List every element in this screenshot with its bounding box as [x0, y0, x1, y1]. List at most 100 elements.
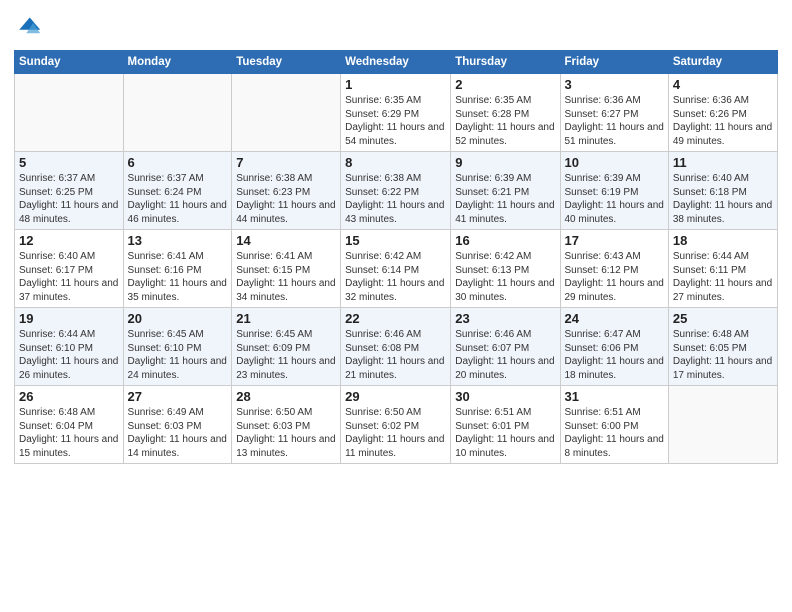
day-info: Sunrise: 6:46 AM Sunset: 6:08 PM Dayligh…	[345, 328, 446, 382]
day-info: Sunrise: 6:51 AM Sunset: 6:00 PM Dayligh…	[565, 406, 664, 460]
day-number: 11	[673, 155, 773, 170]
col-header-friday: Friday	[560, 51, 668, 74]
logo-icon	[14, 14, 42, 42]
calendar-day-25: 25Sunrise: 6:48 AM Sunset: 6:05 PM Dayli…	[668, 308, 777, 386]
calendar-day-2: 2 Sunrise: 6:35 AM Sunset: 6:28 PM Daylig…	[451, 74, 560, 152]
calendar-day-26: 26 Sunrise: 6:48 AM Sunset: 6:04 PM Dayli…	[15, 386, 124, 464]
day-number: 12	[19, 233, 119, 248]
calendar-day-13: 13Sunrise: 6:41 AM Sunset: 6:16 PM Dayli…	[123, 230, 232, 308]
day-number: 16	[455, 233, 555, 248]
day-info: Sunrise: 6:37 AM Sunset: 6:25 PM Dayligh…	[19, 172, 119, 226]
day-info: Sunrise: 6:49 AM Sunset: 6:03 PM Dayligh…	[128, 406, 228, 460]
calendar-day-empty	[232, 74, 341, 152]
day-info: Sunrise: 6:47 AM Sunset: 6:06 PM Dayligh…	[565, 328, 664, 382]
calendar-day-29: 29Sunrise: 6:50 AM Sunset: 6:02 PM Dayli…	[341, 386, 451, 464]
day-number: 26	[19, 389, 119, 404]
day-info: Sunrise: 6:43 AM Sunset: 6:12 PM Dayligh…	[565, 250, 664, 304]
day-number: 30	[455, 389, 555, 404]
day-number: 21	[236, 311, 336, 326]
calendar-day-17: 17 Sunrise: 6:43 AM Sunset: 6:12 PM Dayli…	[560, 230, 668, 308]
calendar-day-4: 4 Sunrise: 6:36 AM Sunset: 6:26 PM Daylig…	[668, 74, 777, 152]
col-header-monday: Monday	[123, 51, 232, 74]
calendar-header-row: SundayMondayTuesdayWednesdayThursdayFrid…	[15, 51, 778, 74]
calendar-day-1: 1 Sunrise: 6:35 AM Sunset: 6:29 PM Daylig…	[341, 74, 451, 152]
day-number: 24	[565, 311, 664, 326]
day-info: Sunrise: 6:44 AM Sunset: 6:10 PM Dayligh…	[19, 328, 119, 382]
day-info: Sunrise: 6:37 AM Sunset: 6:24 PM Dayligh…	[128, 172, 228, 226]
day-info: Sunrise: 6:36 AM Sunset: 6:27 PM Dayligh…	[565, 94, 664, 148]
calendar-day-18: 18 Sunrise: 6:44 AM Sunset: 6:11 PM Dayli…	[668, 230, 777, 308]
day-number: 4	[673, 77, 773, 92]
day-number: 19	[19, 311, 119, 326]
calendar-day-30: 30 Sunrise: 6:51 AM Sunset: 6:01 PM Dayli…	[451, 386, 560, 464]
day-info: Sunrise: 6:39 AM Sunset: 6:19 PM Dayligh…	[565, 172, 664, 226]
day-number: 13	[128, 233, 228, 248]
day-number: 27	[128, 389, 228, 404]
day-info: Sunrise: 6:35 AM Sunset: 6:28 PM Dayligh…	[455, 94, 555, 148]
calendar-day-12: 12Sunrise: 6:40 AM Sunset: 6:17 PM Dayli…	[15, 230, 124, 308]
day-number: 22	[345, 311, 446, 326]
calendar-day-27: 27 Sunrise: 6:49 AM Sunset: 6:03 PM Dayli…	[123, 386, 232, 464]
day-number: 5	[19, 155, 119, 170]
col-header-sunday: Sunday	[15, 51, 124, 74]
calendar-day-6: 6 Sunrise: 6:37 AM Sunset: 6:24 PM Daylig…	[123, 152, 232, 230]
calendar-day-10: 10 Sunrise: 6:39 AM Sunset: 6:19 PM Dayli…	[560, 152, 668, 230]
calendar-day-empty	[123, 74, 232, 152]
day-number: 2	[455, 77, 555, 92]
calendar-table: SundayMondayTuesdayWednesdayThursdayFrid…	[14, 50, 778, 464]
calendar-day-28: 28 Sunrise: 6:50 AM Sunset: 6:03 PM Dayli…	[232, 386, 341, 464]
day-info: Sunrise: 6:50 AM Sunset: 6:02 PM Dayligh…	[345, 406, 446, 460]
day-number: 17	[565, 233, 664, 248]
day-number: 1	[345, 77, 446, 92]
calendar-day-22: 22 Sunrise: 6:46 AM Sunset: 6:08 PM Dayli…	[341, 308, 451, 386]
day-info: Sunrise: 6:48 AM Sunset: 6:04 PM Dayligh…	[19, 406, 119, 460]
day-number: 14	[236, 233, 336, 248]
calendar-day-7: 7Sunrise: 6:38 AM Sunset: 6:23 PM Daylig…	[232, 152, 341, 230]
calendar-week-row: 19 Sunrise: 6:44 AM Sunset: 6:10 PM Dayli…	[15, 308, 778, 386]
calendar-week-row: 1 Sunrise: 6:35 AM Sunset: 6:29 PM Daylig…	[15, 74, 778, 152]
logo	[14, 14, 45, 42]
day-info: Sunrise: 6:41 AM Sunset: 6:15 PM Dayligh…	[236, 250, 336, 304]
col-header-thursday: Thursday	[451, 51, 560, 74]
calendar-week-row: 26 Sunrise: 6:48 AM Sunset: 6:04 PM Dayli…	[15, 386, 778, 464]
col-header-tuesday: Tuesday	[232, 51, 341, 74]
day-number: 15	[345, 233, 446, 248]
page: SundayMondayTuesdayWednesdayThursdayFrid…	[0, 0, 792, 612]
header	[14, 10, 778, 42]
calendar-week-row: 5 Sunrise: 6:37 AM Sunset: 6:25 PM Daylig…	[15, 152, 778, 230]
day-number: 25	[673, 311, 773, 326]
calendar-day-3: 3 Sunrise: 6:36 AM Sunset: 6:27 PM Daylig…	[560, 74, 668, 152]
day-info: Sunrise: 6:39 AM Sunset: 6:21 PM Dayligh…	[455, 172, 555, 226]
calendar-day-5: 5 Sunrise: 6:37 AM Sunset: 6:25 PM Daylig…	[15, 152, 124, 230]
day-number: 6	[128, 155, 228, 170]
calendar-day-8: 8Sunrise: 6:38 AM Sunset: 6:22 PM Daylig…	[341, 152, 451, 230]
calendar-day-19: 19 Sunrise: 6:44 AM Sunset: 6:10 PM Dayli…	[15, 308, 124, 386]
day-number: 28	[236, 389, 336, 404]
calendar-day-21: 21 Sunrise: 6:45 AM Sunset: 6:09 PM Dayli…	[232, 308, 341, 386]
day-info: Sunrise: 6:44 AM Sunset: 6:11 PM Dayligh…	[673, 250, 773, 304]
day-info: Sunrise: 6:45 AM Sunset: 6:09 PM Dayligh…	[236, 328, 336, 382]
calendar-day-11: 11Sunrise: 6:40 AM Sunset: 6:18 PM Dayli…	[668, 152, 777, 230]
day-number: 31	[565, 389, 664, 404]
day-number: 3	[565, 77, 664, 92]
day-info: Sunrise: 6:46 AM Sunset: 6:07 PM Dayligh…	[455, 328, 555, 382]
calendar-day-15: 15Sunrise: 6:42 AM Sunset: 6:14 PM Dayli…	[341, 230, 451, 308]
calendar-day-16: 16 Sunrise: 6:42 AM Sunset: 6:13 PM Dayli…	[451, 230, 560, 308]
day-number: 20	[128, 311, 228, 326]
day-number: 9	[455, 155, 555, 170]
calendar-day-31: 31 Sunrise: 6:51 AM Sunset: 6:00 PM Dayli…	[560, 386, 668, 464]
day-info: Sunrise: 6:35 AM Sunset: 6:29 PM Dayligh…	[345, 94, 446, 148]
calendar-day-20: 20 Sunrise: 6:45 AM Sunset: 6:10 PM Dayli…	[123, 308, 232, 386]
col-header-saturday: Saturday	[668, 51, 777, 74]
day-info: Sunrise: 6:42 AM Sunset: 6:13 PM Dayligh…	[455, 250, 555, 304]
day-info: Sunrise: 6:51 AM Sunset: 6:01 PM Dayligh…	[455, 406, 555, 460]
day-info: Sunrise: 6:36 AM Sunset: 6:26 PM Dayligh…	[673, 94, 773, 148]
calendar-week-row: 12Sunrise: 6:40 AM Sunset: 6:17 PM Dayli…	[15, 230, 778, 308]
calendar-day-empty	[668, 386, 777, 464]
day-info: Sunrise: 6:50 AM Sunset: 6:03 PM Dayligh…	[236, 406, 336, 460]
day-number: 18	[673, 233, 773, 248]
day-info: Sunrise: 6:45 AM Sunset: 6:10 PM Dayligh…	[128, 328, 228, 382]
day-number: 10	[565, 155, 664, 170]
day-number: 8	[345, 155, 446, 170]
col-header-wednesday: Wednesday	[341, 51, 451, 74]
